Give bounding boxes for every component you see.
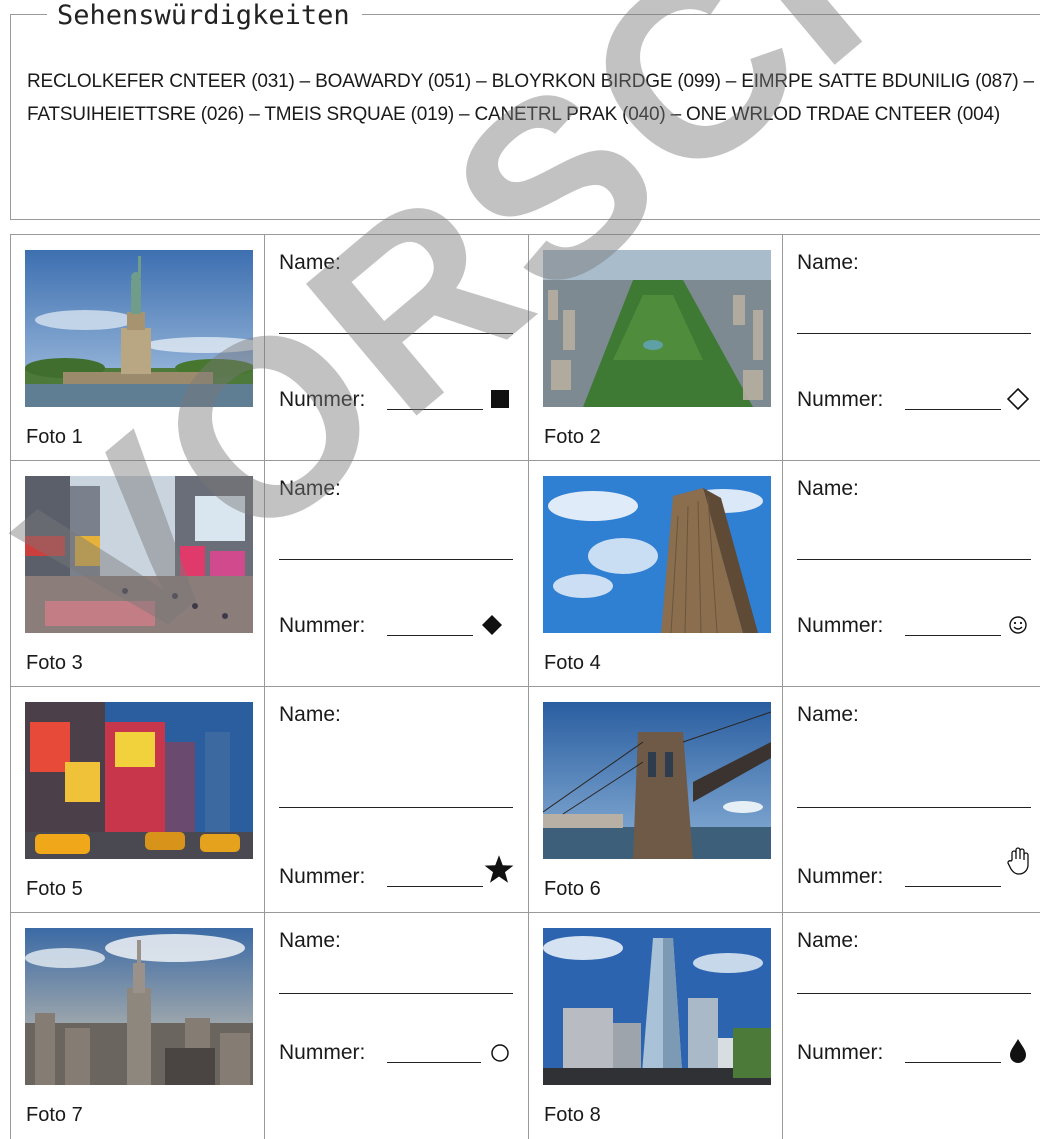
nummer-label: Nummer: — [279, 388, 366, 411]
answer-cell-1: Name: Nummer: — [265, 235, 529, 461]
word-box: Sehenswürdigkeiten RECLOLKEFER CNTEER (0… — [10, 1, 1040, 220]
photo-label: Foto 2 — [544, 426, 601, 448]
photo-rockefeller-center — [543, 476, 771, 633]
photo-grid: Foto 1 Name: Nummer: Foto 2 Name: Nummer… — [10, 234, 1040, 1139]
name-answer-line[interactable] — [797, 559, 1031, 560]
name-answer-line[interactable] — [279, 807, 513, 808]
name-answer-line[interactable] — [279, 333, 513, 334]
photo-broadway-taxis — [25, 702, 253, 859]
hand-icon — [1003, 847, 1035, 875]
nummer-answer-line[interactable] — [905, 409, 1001, 410]
photo-one-world-trade-center — [543, 928, 771, 1085]
name-label: Name: — [279, 477, 341, 500]
answer-cell-3: Name: Nummer: — [265, 461, 529, 687]
photo-label: Foto 8 — [544, 1104, 601, 1126]
name-label: Name: — [797, 251, 859, 274]
answer-cell-2: Name: Nummer: — [783, 235, 1040, 461]
answer-cell-7: Name: Nummer: — [265, 913, 529, 1139]
nummer-label: Nummer: — [279, 1041, 366, 1064]
nummer-answer-line[interactable] — [905, 635, 1001, 636]
filled-diamond-icon — [479, 611, 505, 639]
name-answer-line[interactable] — [279, 993, 513, 994]
photo-label: Foto 1 — [26, 426, 83, 448]
name-label: Name: — [279, 703, 341, 726]
nummer-label: Nummer: — [797, 614, 884, 637]
nummer-answer-line[interactable] — [387, 409, 483, 410]
photo-brooklyn-bridge — [543, 702, 771, 859]
nummer-label: Nummer: — [279, 614, 366, 637]
drop-icon — [1005, 1037, 1031, 1065]
nummer-answer-line[interactable] — [387, 886, 483, 887]
smiley-icon — [1005, 611, 1031, 639]
photo-cell-7: Foto 7 — [11, 913, 265, 1139]
filled-star-icon — [483, 855, 515, 883]
photo-central-park — [543, 250, 771, 407]
nummer-label: Nummer: — [797, 1041, 884, 1064]
photo-times-square — [25, 476, 253, 633]
photo-label: Foto 6 — [544, 878, 601, 900]
photo-cell-8: Foto 8 — [529, 913, 783, 1139]
answer-cell-4: Name: Nummer: — [783, 461, 1040, 687]
photo-cell-3: Foto 3 — [11, 461, 265, 687]
photo-cell-4: Foto 4 — [529, 461, 783, 687]
filled-square-icon — [487, 385, 513, 413]
name-answer-line[interactable] — [797, 993, 1031, 994]
scrambled-words-text: RECLOLKEFER CNTEER (031) – BOAWARDY (051… — [27, 71, 1034, 125]
photo-cell-2: Foto 2 — [529, 235, 783, 461]
name-label: Name: — [797, 929, 859, 952]
photo-label: Foto 3 — [26, 652, 83, 674]
name-label: Name: — [279, 251, 341, 274]
nummer-answer-line[interactable] — [905, 886, 1001, 887]
nummer-answer-line[interactable] — [905, 1062, 1001, 1063]
photo-cell-1: Foto 1 — [11, 235, 265, 461]
answer-cell-6: Name: Nummer: — [783, 687, 1040, 913]
nummer-label: Nummer: — [797, 865, 884, 888]
name-label: Name: — [797, 477, 859, 500]
photo-cell-5: Foto 5 — [11, 687, 265, 913]
nummer-answer-line[interactable] — [387, 1062, 481, 1063]
answer-cell-5: Name: Nummer: — [265, 687, 529, 913]
name-label: Name: — [797, 703, 859, 726]
name-answer-line[interactable] — [797, 807, 1031, 808]
nummer-label: Nummer: — [797, 388, 884, 411]
name-answer-line[interactable] — [279, 559, 513, 560]
photo-statue-of-liberty — [25, 250, 253, 407]
name-answer-line[interactable] — [797, 333, 1031, 334]
photo-label: Foto 5 — [26, 878, 83, 900]
outline-diamond-icon — [1005, 385, 1031, 413]
photo-empire-state-building — [25, 928, 253, 1085]
answer-cell-8: Name: Nummer: — [783, 913, 1040, 1139]
nummer-answer-line[interactable] — [387, 635, 473, 636]
photo-label: Foto 4 — [544, 652, 601, 674]
photo-label: Foto 7 — [26, 1104, 83, 1126]
nummer-label: Nummer: — [279, 865, 366, 888]
name-label: Name: — [279, 929, 341, 952]
section-title: Sehenswürdigkeiten — [47, 1, 362, 31]
outline-circle-icon — [487, 1039, 513, 1067]
photo-cell-6: Foto 6 — [529, 687, 783, 913]
